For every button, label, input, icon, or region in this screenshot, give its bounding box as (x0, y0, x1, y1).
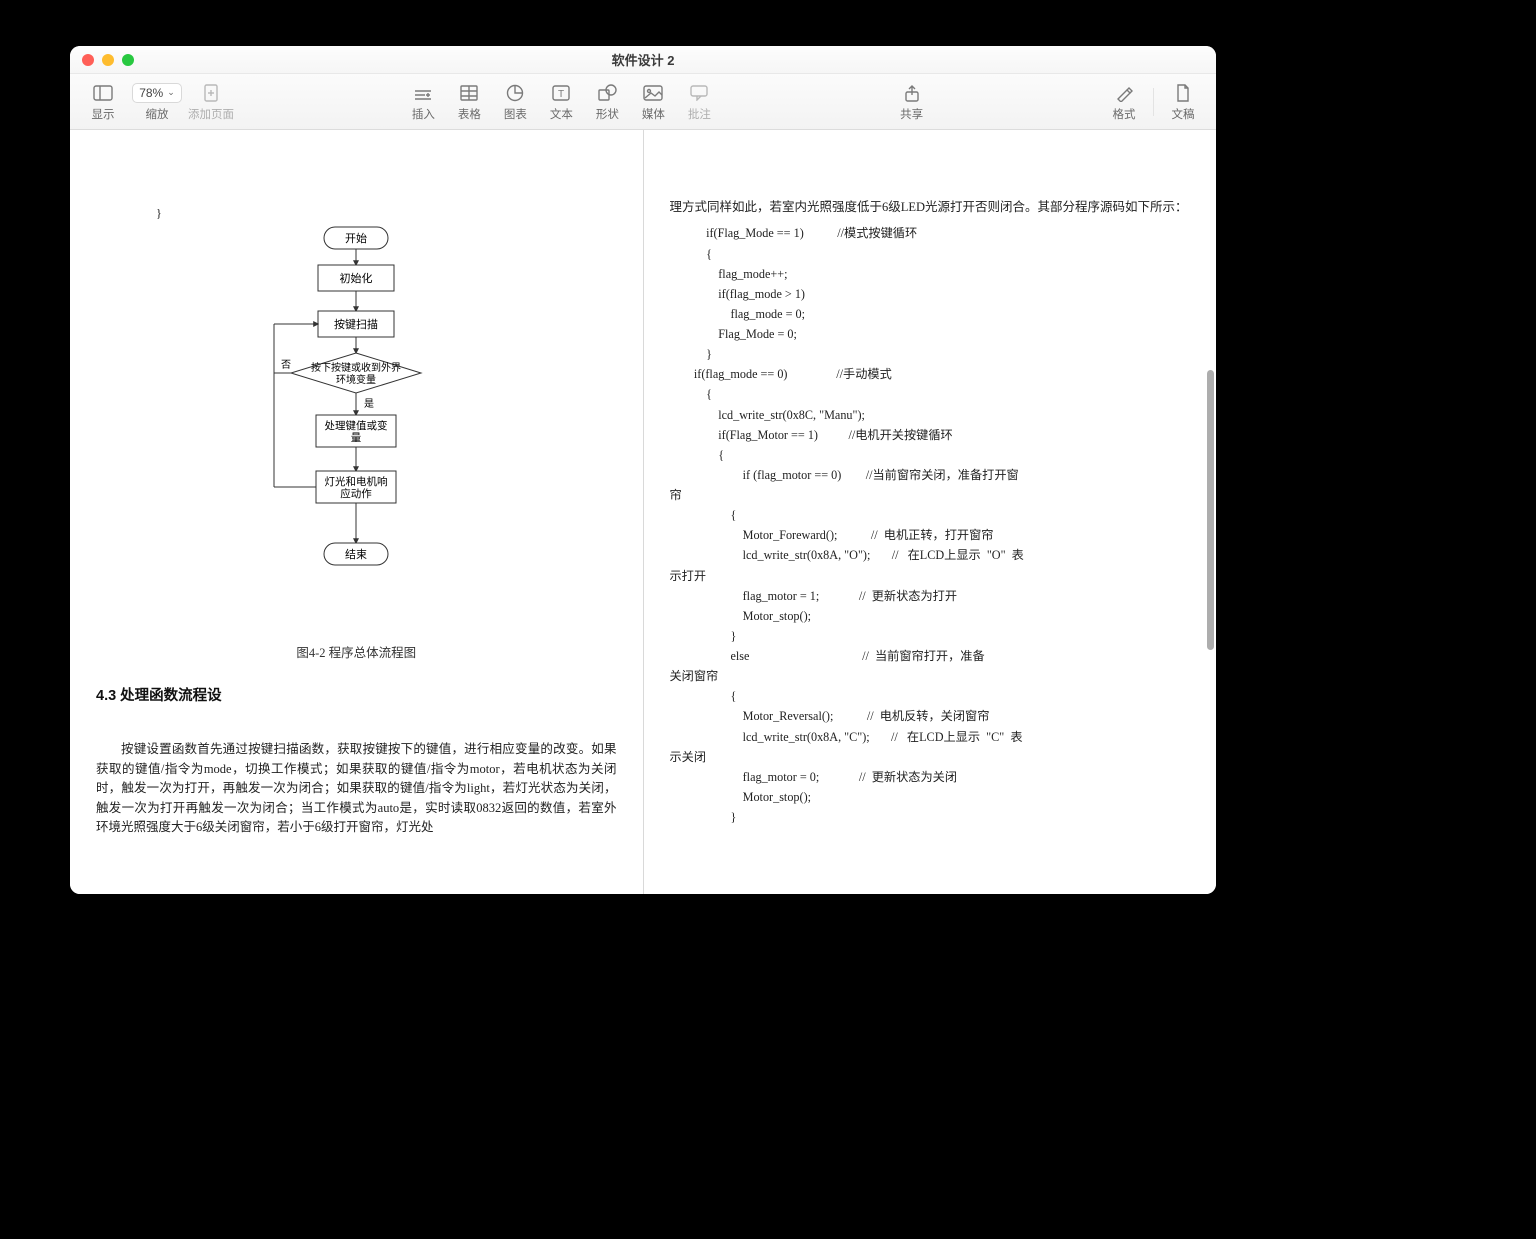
svg-text:T: T (558, 89, 564, 100)
share-button[interactable]: 共享 (889, 82, 935, 122)
document-content[interactable]: } 开始 初始化 (70, 130, 1216, 894)
window-title: 软件设计 2 (70, 50, 1216, 69)
document-icon (1176, 82, 1190, 104)
insert-icon (413, 82, 433, 104)
media-button[interactable]: 媒体 (630, 82, 676, 122)
media-icon (643, 82, 663, 104)
code-listing: if(Flag_Mode == 1) //模式按键循环 { flag_mode+… (670, 223, 1191, 827)
page-left: } 开始 初始化 (70, 130, 644, 894)
shape-button[interactable]: 形状 (584, 82, 630, 122)
toolbar: 显示 78% ⌄ 缩放 添加页面 插入 (70, 74, 1216, 130)
chart-button[interactable]: 图表 (492, 82, 538, 122)
svg-text:量: 量 (351, 432, 362, 444)
svg-text:按键扫描: 按键扫描 (334, 317, 378, 331)
zoom-control[interactable]: 78% ⌄ 缩放 (126, 82, 188, 122)
svg-text:按下按键或收到外界: 按下按键或收到外界 (311, 361, 401, 374)
svg-text:应动作: 应动作 (341, 487, 373, 500)
document-button[interactable]: 文稿 (1160, 82, 1206, 122)
page-right: 理方式同样如此，若室内光照强度低于6级LED光源打开否则闭合。其部分程序源码如下… (644, 130, 1217, 894)
text-button[interactable]: T 文本 (538, 82, 584, 122)
continuation-paragraph: 理方式同样如此，若室内光照强度低于6级LED光源打开否则闭合。其部分程序源码如下… (670, 198, 1191, 217)
code-brace: } (156, 204, 617, 223)
comment-icon (690, 82, 708, 104)
vertical-scrollbar[interactable] (1207, 370, 1214, 650)
text-icon: T (552, 82, 570, 104)
flowchart: 开始 初始化 按键扫描 按下按键或收到外界 环境变量 (246, 223, 466, 603)
view-button[interactable]: 显示 (80, 82, 126, 122)
add-page-button[interactable]: 添加页面 (188, 82, 234, 122)
table-icon (460, 82, 478, 104)
share-icon (904, 82, 920, 104)
chevron-down-icon: ⌄ (167, 87, 175, 98)
format-button[interactable]: 格式 (1101, 82, 1147, 122)
svg-text:初始化: 初始化 (340, 271, 373, 285)
comment-button[interactable]: 批注 (676, 82, 722, 122)
format-icon (1115, 82, 1133, 104)
zoom-value: 78% (139, 86, 163, 100)
add-page-icon (203, 82, 219, 104)
titlebar: 软件设计 2 (70, 46, 1216, 74)
shape-icon (597, 82, 617, 104)
table-button[interactable]: 表格 (446, 82, 492, 122)
insert-button[interactable]: 插入 (400, 82, 446, 122)
svg-text:否: 否 (281, 359, 291, 371)
app-window: 软件设计 2 显示 78% ⌄ 缩放 添加页面 (70, 46, 1216, 894)
figure-caption: 图4-2 程序总体流程图 (96, 643, 617, 663)
body-paragraph: 按键设置函数首先通过按键扫描函数，获取按键按下的键值，进行相应变量的改变。如果获… (96, 740, 617, 837)
svg-text:开始: 开始 (345, 231, 367, 245)
section-heading: 4.3 处理函数流程设 (96, 685, 617, 708)
svg-text:结束: 结束 (345, 548, 367, 561)
svg-text:是: 是 (364, 398, 374, 410)
sidebar-icon (93, 82, 113, 104)
svg-text:处理键值或变: 处理键值或变 (325, 419, 388, 432)
svg-text:环境变量: 环境变量 (336, 373, 376, 386)
chart-icon (506, 82, 524, 104)
svg-text:灯光和电机响: 灯光和电机响 (325, 475, 388, 488)
